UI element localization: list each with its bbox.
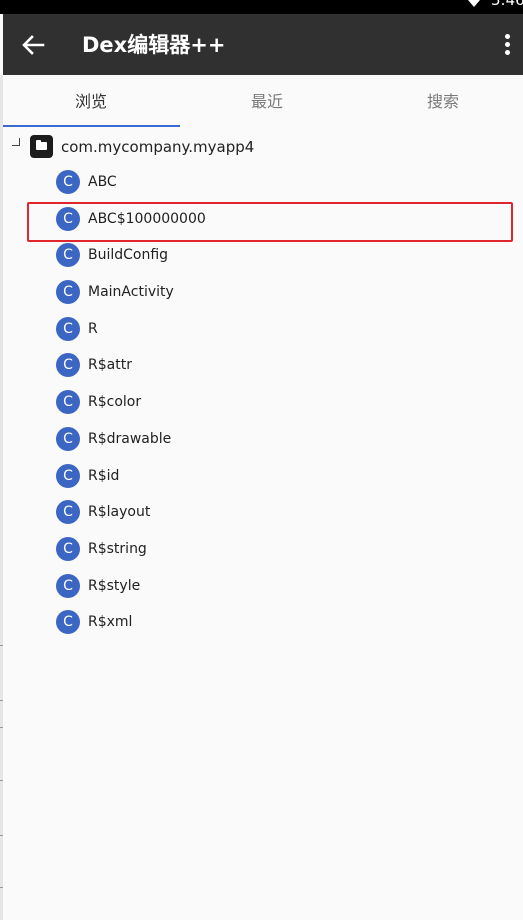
- class-item[interactable]: C R$id: [0, 458, 523, 495]
- class-badge-icon: C: [56, 426, 80, 451]
- status-bar: 5:46: [0, 0, 523, 14]
- class-badge-icon: C: [56, 280, 80, 305]
- arrow-left-icon: [22, 35, 45, 55]
- class-item[interactable]: C BuildConfig: [0, 237, 523, 274]
- class-label: ABC: [88, 174, 117, 190]
- class-item[interactable]: C R$string: [0, 531, 523, 568]
- app-bar: Dex编辑器++: [3, 14, 523, 75]
- class-item[interactable]: C MainActivity: [0, 274, 523, 311]
- class-label: R$drawable: [88, 430, 172, 447]
- status-time: 5:46: [491, 0, 523, 9]
- class-label: R$string: [88, 540, 147, 557]
- wifi-icon: [468, 0, 480, 7]
- class-badge-icon: C: [56, 500, 80, 525]
- class-item[interactable]: C R: [0, 311, 523, 348]
- tab-search[interactable]: 搜索: [355, 75, 523, 128]
- tab-indicator: [3, 125, 180, 127]
- class-item[interactable]: C ABC: [0, 164, 523, 201]
- tree-root-package[interactable]: com.mycompany.myapp4: [3, 130, 523, 164]
- folder-icon: [30, 135, 53, 158]
- class-badge-icon: C: [56, 353, 80, 378]
- class-badge-icon: C: [56, 573, 80, 598]
- class-item[interactable]: C R$attr: [0, 347, 523, 384]
- tab-recent[interactable]: 最近: [179, 75, 355, 128]
- class-badge-icon: C: [56, 463, 80, 488]
- class-label: ABC$100000000: [88, 210, 206, 227]
- class-label: R$layout: [88, 504, 151, 521]
- class-label: BuildConfig: [88, 247, 169, 264]
- class-item[interactable]: C R$style: [0, 568, 523, 605]
- class-badge-icon: C: [56, 206, 80, 231]
- class-badge-icon: C: [56, 316, 80, 341]
- class-label: R$color: [88, 394, 142, 411]
- overflow-menu-button[interactable]: [497, 30, 519, 60]
- collapse-arrow-icon[interactable]: [12, 138, 20, 146]
- class-label: R$id: [88, 467, 120, 484]
- class-badge-icon: C: [56, 536, 80, 561]
- class-label: R$xml: [88, 614, 133, 631]
- class-badge-icon: C: [56, 170, 80, 194]
- class-list: C ABC C ABC$100000000 C BuildConfig C Ma…: [0, 164, 523, 641]
- class-item[interactable]: C R$layout: [0, 494, 523, 531]
- class-label: R$attr: [88, 357, 132, 374]
- class-label: MainActivity: [88, 284, 174, 301]
- app-title: Dex编辑器++: [82, 33, 226, 57]
- class-item-selected[interactable]: C ABC$100000000: [0, 201, 523, 238]
- class-item[interactable]: C R$color: [0, 384, 523, 421]
- class-badge-icon: C: [56, 243, 80, 268]
- package-label: com.mycompany.myapp4: [61, 138, 255, 156]
- class-item[interactable]: C R$drawable: [0, 421, 523, 458]
- back-button[interactable]: [17, 29, 49, 61]
- tab-bar: 浏览 最近 搜索: [3, 75, 523, 128]
- class-badge-icon: C: [56, 610, 80, 635]
- class-label: R$style: [88, 577, 141, 594]
- class-badge-icon: C: [56, 390, 80, 415]
- class-item[interactable]: C R$xml: [0, 604, 523, 641]
- tab-browse[interactable]: 浏览: [3, 75, 179, 128]
- class-label: R: [88, 320, 98, 337]
